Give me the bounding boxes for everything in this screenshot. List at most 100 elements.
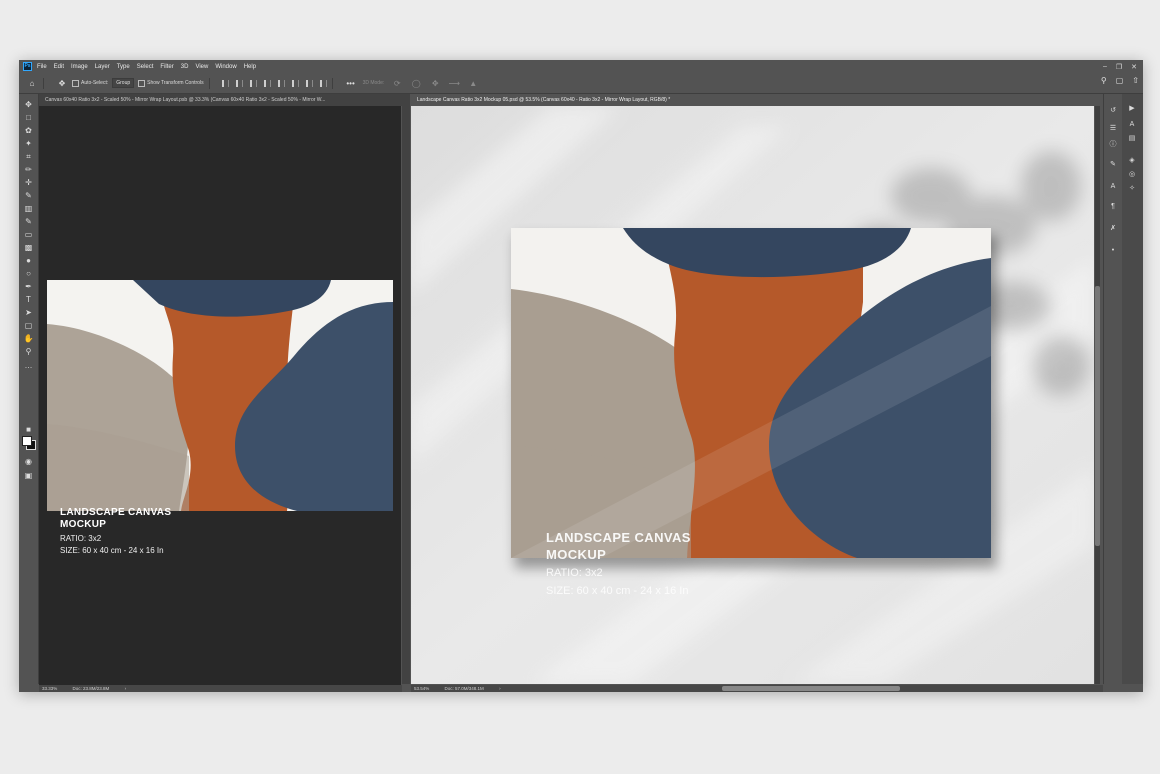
edit-toolbar-icon[interactable]: … (23, 360, 34, 371)
path-selection-tool-icon[interactable]: ➤ (23, 307, 34, 318)
show-transform-checkbox[interactable] (138, 79, 146, 87)
align-left-icon[interactable] (221, 79, 229, 87)
scrollbar-thumb[interactable] (1095, 286, 1100, 546)
auto-select-dropdown[interactable]: Group (112, 78, 135, 88)
menu-window[interactable]: Window (215, 64, 236, 70)
left-document-tab[interactable]: Canvas 60x40 Ratio 3x2 - Scaled 50% - Mi… (39, 94, 402, 106)
window-controls: – ❐ ✕ (1103, 60, 1137, 73)
right-vertical-scrollbar[interactable] (1095, 106, 1100, 684)
align-middle-icon[interactable] (291, 79, 299, 87)
slide-3d-icon[interactable]: ⟶ (448, 77, 460, 89)
distribute-icon[interactable] (263, 79, 271, 87)
menu-type[interactable]: Type (117, 64, 130, 70)
show-transform-label: Show Transform Controls (147, 80, 204, 86)
dodge-tool-icon[interactable]: ○ (23, 268, 34, 279)
channels-panel-icon[interactable]: ◎ (1127, 170, 1137, 180)
glyphs-panel-icon[interactable]: A (1127, 120, 1137, 130)
foreground-color-swatch[interactable] (22, 436, 32, 446)
more-options-icon[interactable]: ••• (345, 77, 357, 89)
default-colors-icon[interactable]: ■ (23, 424, 34, 435)
right-status-menu-icon[interactable]: › (499, 686, 501, 691)
left-doc-size: Doc: 23.8M/23.8M (72, 686, 110, 691)
right-document-tab[interactable]: Landscape Canvas Ratio 3x2 Mockup 05.psd… (411, 94, 1103, 106)
clone-stamp-tool-icon[interactable]: ▥ (23, 203, 34, 214)
distribute-vertical-icon[interactable] (319, 79, 327, 87)
scale-3d-icon[interactable]: ▲ (467, 77, 479, 89)
menu-filter[interactable]: Filter (160, 64, 173, 70)
dot-panel-icon[interactable]: • (1108, 246, 1118, 256)
paths-panel-icon[interactable]: ✧ (1127, 184, 1137, 194)
menu-3d[interactable]: 3D (181, 64, 189, 70)
left-document-canvas[interactable]: LANDSCAPE CANVAS MOCKUP RATIO: 3x2 SIZE:… (39, 106, 401, 685)
minimize-icon[interactable]: – (1103, 63, 1107, 70)
marquee-tool-icon[interactable]: □ (23, 112, 34, 123)
type-tool-icon[interactable]: T (23, 294, 34, 305)
pan-3d-icon[interactable]: ✥ (429, 77, 441, 89)
align-right-icon[interactable] (249, 79, 257, 87)
home-icon[interactable]: ⌂ (26, 77, 38, 89)
character-panel-icon[interactable]: A (1108, 182, 1118, 192)
crop-tool-icon[interactable]: ⌗ (23, 151, 34, 162)
align-bottom-icon[interactable] (305, 79, 313, 87)
paragraph-panel-icon[interactable]: ¶ (1108, 202, 1118, 212)
move-tool-icon[interactable]: ✥ (23, 99, 34, 110)
menu-edit[interactable]: Edit (54, 64, 64, 70)
separator (208, 77, 210, 89)
history-panel-icon[interactable]: ↺ (1108, 106, 1118, 116)
align-center-icon[interactable] (235, 79, 243, 87)
restore-icon[interactable]: ❐ (1116, 63, 1122, 71)
auto-select-checkbox[interactable] (72, 79, 79, 87)
left-zoom-level[interactable]: 33.33% (42, 686, 57, 691)
move-tool-icon[interactable]: ✥ (56, 77, 68, 89)
right-horizontal-scrollbar[interactable] (722, 686, 900, 691)
rectangle-tool-icon[interactable]: ▢ (23, 320, 34, 331)
pen-tool-icon[interactable]: ✒ (23, 281, 34, 292)
lasso-tool-icon[interactable]: ✿ (23, 125, 34, 136)
properties-panel-icon[interactable]: ☰ (1108, 124, 1118, 134)
quick-mask-icon[interactable]: ◉ (23, 456, 34, 467)
menu-file[interactable]: File (37, 64, 47, 70)
share-icon[interactable]: ⇧ (1132, 76, 1139, 85)
split-divider[interactable] (402, 94, 410, 684)
artwork-title-line2: MOCKUP (60, 519, 107, 530)
orbit-3d-icon[interactable]: ⟳ (391, 77, 403, 89)
actions-panel-icon[interactable]: ▶ (1127, 104, 1137, 114)
menu-help[interactable]: Help (244, 64, 256, 70)
info-panel-icon[interactable]: ⓘ (1108, 140, 1118, 150)
artwork-title-line1: LANDSCAPE CANVAS (60, 507, 172, 518)
align-top-icon[interactable] (277, 79, 285, 87)
workspace-icon[interactable]: ▢ (1116, 76, 1124, 85)
magic-wand-tool-icon[interactable]: ✦ (23, 138, 34, 149)
left-status-menu-icon[interactable]: › (125, 686, 127, 691)
right-document-canvas[interactable]: LANDSCAPE CANVAS MOCKUP RATIO: 3x2 SIZE:… (411, 106, 1094, 684)
blur-tool-icon[interactable]: ● (23, 255, 34, 266)
menu-select[interactable]: Select (137, 64, 154, 70)
healing-brush-tool-icon[interactable]: ✛ (23, 177, 34, 188)
tool-presets-panel-icon[interactable]: ✗ (1108, 224, 1118, 234)
mockup-title-line2: MOCKUP (546, 547, 607, 562)
menu-image[interactable]: Image (71, 64, 88, 70)
canvas-artwork (511, 228, 991, 558)
right-zoom-level[interactable]: 53.54% (414, 686, 429, 691)
eraser-tool-icon[interactable]: ▭ (23, 229, 34, 240)
right-doc-size: Doc: 57.0M/348.1M (444, 686, 484, 691)
brush-tool-icon[interactable]: ✎ (23, 190, 34, 201)
artwork-ratio: RATIO: 3x2 (60, 534, 102, 543)
layers-panel-icon[interactable]: ◈ (1127, 156, 1137, 166)
screen-mode-icon[interactable]: ▣ (23, 470, 34, 481)
eyedropper-tool-icon[interactable]: ✏ (23, 164, 34, 175)
libraries-panel-icon[interactable]: ▤ (1127, 134, 1137, 144)
hand-tool-icon[interactable]: ✋ (23, 333, 34, 344)
search-icon[interactable]: ⚲ (1101, 76, 1107, 85)
close-icon[interactable]: ✕ (1131, 63, 1137, 71)
brush-settings-panel-icon[interactable]: ✎ (1108, 160, 1118, 170)
zoom-tool-icon[interactable]: ⚲ (23, 346, 34, 357)
menu-view[interactable]: View (195, 64, 208, 70)
photoshop-logo-icon: Ps (23, 62, 32, 71)
gradient-tool-icon[interactable]: ▩ (23, 242, 34, 253)
roll-3d-icon[interactable]: ◯ (410, 77, 422, 89)
mockup-size: SIZE: 60 x 40 cm - 24 x 16 In (546, 585, 689, 597)
history-brush-tool-icon[interactable]: ✎ (23, 216, 34, 227)
menu-layer[interactable]: Layer (95, 64, 110, 70)
mockup-title-line1: LANDSCAPE CANVAS (546, 530, 691, 545)
